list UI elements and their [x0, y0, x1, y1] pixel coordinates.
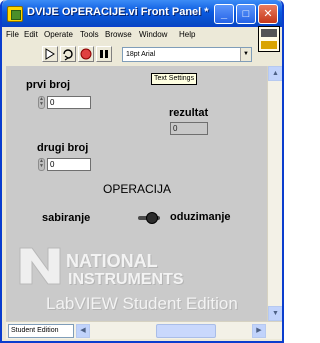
scroll-right-icon[interactable]: ▶ — [252, 324, 266, 338]
watermark-line3: LabVIEW Student Edition — [46, 294, 238, 313]
scroll-left-icon[interactable]: ◀ — [76, 324, 90, 338]
operacija-heading: OPERACIJA — [103, 182, 172, 196]
run-arrow-icon[interactable] — [42, 46, 58, 62]
tooltip-text-settings: Text Settings — [151, 73, 198, 85]
rezultat-indicator: 0 — [170, 122, 208, 135]
oduzimanje-label: oduzimanje — [170, 211, 231, 223]
student-edition-status: Student Edition — [8, 324, 74, 338]
prvi-broj-increment[interactable]: ▲ ▼ — [38, 96, 45, 109]
menu-window[interactable]: Window — [139, 30, 167, 39]
drugi-broj-increment[interactable]: ▲ ▼ — [38, 158, 45, 171]
drugi-broj-input[interactable]: 0 — [47, 158, 91, 171]
watermark-line2: INSTRUMENTS — [68, 271, 184, 288]
rezultat-label: rezultat — [169, 107, 209, 119]
scroll-down-icon[interactable]: ▼ — [268, 306, 282, 321]
labview-window: DVIJE OPERACIJE.vi Front Panel * _ □ ✕ F… — [0, 0, 284, 343]
menu-help[interactable]: Help — [179, 30, 195, 39]
abort-icon[interactable] — [78, 46, 94, 62]
font-select[interactable]: 18pt Arial ▼ — [122, 47, 252, 62]
scroll-up-icon[interactable]: ▲ — [268, 66, 282, 81]
pause-icon[interactable] — [96, 46, 112, 62]
menu-browse[interactable]: Browse — [105, 30, 132, 39]
menu-bar: File Edit Operate Tools Browse Window He… — [2, 27, 282, 43]
font-select-value: 18pt Arial — [126, 51, 156, 58]
window-title: DVIJE OPERACIJE.vi Front Panel * — [27, 6, 209, 18]
title-bar[interactable]: DVIJE OPERACIJE.vi Front Panel * _ □ ✕ — [2, 0, 282, 27]
horizontal-scrollbar[interactable]: Student Edition ◀ ▶ — [6, 321, 282, 339]
prvi-broj-label: prvi broj — [26, 79, 71, 91]
vertical-scrollbar[interactable]: ▲ ▼ — [267, 66, 282, 321]
menu-operate[interactable]: Operate — [44, 30, 73, 39]
close-button[interactable]: ✕ — [258, 4, 278, 24]
scroll-thumb[interactable] — [156, 324, 216, 338]
menu-tools[interactable]: Tools — [80, 30, 99, 39]
maximize-button[interactable]: □ — [236, 4, 256, 24]
toggle-knob[interactable] — [146, 212, 158, 224]
menu-file[interactable]: File — [6, 30, 19, 39]
operacija-toggle-switch[interactable] — [138, 212, 160, 224]
drugi-broj-label: drugi broj — [37, 142, 89, 154]
vi-connector-icon[interactable] — [258, 26, 280, 52]
national-instruments-logo-icon — [19, 247, 61, 285]
chevron-down-icon[interactable]: ▼ — [240, 48, 251, 61]
labview-app-icon[interactable] — [7, 6, 23, 22]
sabiranje-label: sabiranje — [42, 212, 91, 224]
toolbar: 18pt Arial ▼ — [2, 43, 282, 65]
menu-edit[interactable]: Edit — [24, 30, 38, 39]
prvi-broj-input[interactable]: 0 — [47, 96, 91, 109]
minimize-button[interactable]: _ — [214, 4, 234, 24]
watermark-line1: NATIONAL — [66, 251, 158, 271]
front-panel: Text Settings prvi broj ▲ ▼ 0 rezultat 0 … — [6, 66, 267, 321]
run-continuous-icon[interactable] — [60, 46, 76, 62]
